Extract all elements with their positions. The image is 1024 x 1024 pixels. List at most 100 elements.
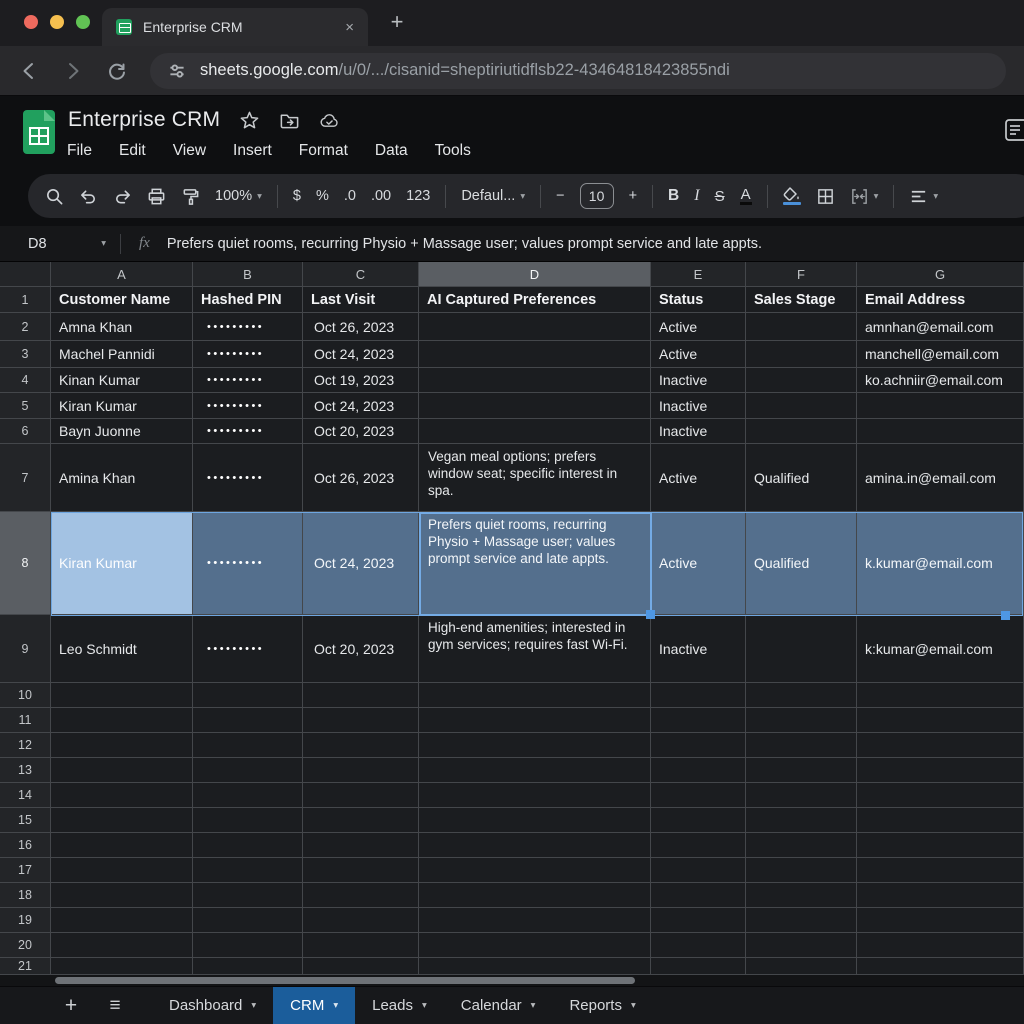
cell-F9[interactable] bbox=[746, 615, 857, 683]
cell-B20[interactable] bbox=[193, 933, 303, 958]
cell-E5[interactable]: Inactive bbox=[651, 393, 746, 419]
merge-cells-control[interactable]: ▾ bbox=[850, 187, 879, 206]
cell-D4[interactable] bbox=[419, 368, 651, 393]
cell-F21[interactable] bbox=[746, 958, 857, 975]
cell-D3[interactable] bbox=[419, 341, 651, 368]
close-tab-icon[interactable]: × bbox=[345, 19, 354, 36]
font-size-input[interactable]: 10 bbox=[580, 183, 614, 209]
cell-B14[interactable] bbox=[193, 783, 303, 808]
scrollbar-thumb[interactable] bbox=[55, 977, 635, 984]
cell-C11[interactable] bbox=[303, 708, 419, 733]
cell-F18[interactable] bbox=[746, 883, 857, 908]
cell-E18[interactable] bbox=[651, 883, 746, 908]
cell-D12[interactable] bbox=[419, 733, 651, 758]
cell-E7[interactable]: Active bbox=[651, 444, 746, 512]
cell-E12[interactable] bbox=[651, 733, 746, 758]
cell-B13[interactable] bbox=[193, 758, 303, 783]
cell-C4[interactable]: Oct 19, 2023 bbox=[303, 368, 419, 393]
site-settings-icon[interactable] bbox=[166, 60, 188, 82]
cell-A4[interactable]: Kinan Kumar bbox=[51, 368, 193, 393]
cell-G10[interactable] bbox=[857, 683, 1024, 708]
row-header-9[interactable]: 9 bbox=[0, 615, 51, 683]
cell-E6[interactable]: Inactive bbox=[651, 419, 746, 444]
cell-F7[interactable]: Qualified bbox=[746, 444, 857, 512]
cell-F16[interactable] bbox=[746, 833, 857, 858]
cell-C7[interactable]: Oct 26, 2023 bbox=[303, 444, 419, 512]
sheet-tab-calendar[interactable]: Calendar▾ bbox=[444, 987, 553, 1024]
cell-E4[interactable]: Inactive bbox=[651, 368, 746, 393]
decrease-decimal-button[interactable]: .0 bbox=[344, 188, 356, 204]
cell-D16[interactable] bbox=[419, 833, 651, 858]
cell-A16[interactable] bbox=[51, 833, 193, 858]
row-header-6[interactable]: 6 bbox=[0, 419, 51, 444]
row-header-16[interactable]: 16 bbox=[0, 833, 51, 858]
cell-D11[interactable] bbox=[419, 708, 651, 733]
maximize-window-button[interactable] bbox=[76, 15, 90, 29]
comments-panel-icon[interactable] bbox=[1005, 118, 1024, 142]
paint-format-icon[interactable] bbox=[181, 187, 200, 206]
formula-input[interactable]: Prefers quiet rooms, recurring Physio + … bbox=[167, 236, 1024, 252]
cell-D13[interactable] bbox=[419, 758, 651, 783]
cell-A17[interactable] bbox=[51, 858, 193, 883]
cell-F1[interactable]: Sales Stage bbox=[746, 287, 857, 313]
cell-F4[interactable] bbox=[746, 368, 857, 393]
column-header-C[interactable]: C bbox=[303, 262, 419, 287]
cell-C2[interactable]: Oct 26, 2023 bbox=[303, 313, 419, 341]
sheet-tab-reports[interactable]: Reports▾ bbox=[552, 987, 652, 1024]
cell-B9[interactable]: ••••••••• bbox=[193, 615, 303, 683]
cell-D6[interactable] bbox=[419, 419, 651, 444]
cell-D21[interactable] bbox=[419, 958, 651, 975]
column-header-A[interactable]: A bbox=[51, 262, 193, 287]
cell-C5[interactable]: Oct 24, 2023 bbox=[303, 393, 419, 419]
row-header-5[interactable]: 5 bbox=[0, 393, 51, 419]
cell-A18[interactable] bbox=[51, 883, 193, 908]
cell-A7[interactable]: Amina Khan bbox=[51, 444, 193, 512]
cloud-saved-icon[interactable] bbox=[319, 110, 340, 131]
cell-A8[interactable]: Kiran Kumar bbox=[51, 512, 193, 615]
cell-E20[interactable] bbox=[651, 933, 746, 958]
cell-C3[interactable]: Oct 24, 2023 bbox=[303, 341, 419, 368]
cell-G6[interactable] bbox=[857, 419, 1024, 444]
cell-G8[interactable]: k.kumar@email.com bbox=[857, 512, 1024, 615]
cell-C17[interactable] bbox=[303, 858, 419, 883]
cell-G5[interactable] bbox=[857, 393, 1024, 419]
undo-icon[interactable] bbox=[79, 187, 98, 206]
fill-handle[interactable] bbox=[1001, 611, 1010, 620]
cell-C20[interactable] bbox=[303, 933, 419, 958]
menu-file[interactable]: File bbox=[67, 142, 92, 160]
cell-B21[interactable] bbox=[193, 958, 303, 975]
cell-B4[interactable]: ••••••••• bbox=[193, 368, 303, 393]
cell-E10[interactable] bbox=[651, 683, 746, 708]
cell-D14[interactable] bbox=[419, 783, 651, 808]
cell-A1[interactable]: Customer Name bbox=[51, 287, 193, 313]
horizontal-align-control[interactable]: ▾ bbox=[909, 187, 938, 206]
cell-B8[interactable]: ••••••••• bbox=[193, 512, 303, 615]
cell-A3[interactable]: Machel Pannidi bbox=[51, 341, 193, 368]
reload-icon[interactable] bbox=[106, 60, 128, 82]
cell-F17[interactable] bbox=[746, 858, 857, 883]
cell-E16[interactable] bbox=[651, 833, 746, 858]
cell-B5[interactable]: ••••••••• bbox=[193, 393, 303, 419]
cell-B12[interactable] bbox=[193, 733, 303, 758]
cell-G19[interactable] bbox=[857, 908, 1024, 933]
search-icon[interactable] bbox=[45, 187, 64, 206]
row-header-14[interactable]: 14 bbox=[0, 783, 51, 808]
cell-D15[interactable] bbox=[419, 808, 651, 833]
star-icon[interactable] bbox=[239, 110, 260, 131]
cell-F20[interactable] bbox=[746, 933, 857, 958]
cell-E17[interactable] bbox=[651, 858, 746, 883]
back-icon[interactable] bbox=[18, 60, 40, 82]
menu-insert[interactable]: Insert bbox=[233, 142, 272, 160]
cell-E2[interactable]: Active bbox=[651, 313, 746, 341]
cell-D7[interactable]: Vegan meal options; prefers window seat;… bbox=[419, 444, 651, 512]
cell-E9[interactable]: Inactive bbox=[651, 615, 746, 683]
address-bar[interactable]: sheets.google.com/u/0/.../cisanid=shepti… bbox=[150, 53, 1006, 89]
format-currency-button[interactable]: $ bbox=[293, 188, 301, 204]
cell-F12[interactable] bbox=[746, 733, 857, 758]
sheets-logo-icon[interactable] bbox=[22, 109, 56, 155]
cell-F11[interactable] bbox=[746, 708, 857, 733]
cell-D17[interactable] bbox=[419, 858, 651, 883]
cell-A12[interactable] bbox=[51, 733, 193, 758]
cell-E21[interactable] bbox=[651, 958, 746, 975]
minimize-window-button[interactable] bbox=[50, 15, 64, 29]
